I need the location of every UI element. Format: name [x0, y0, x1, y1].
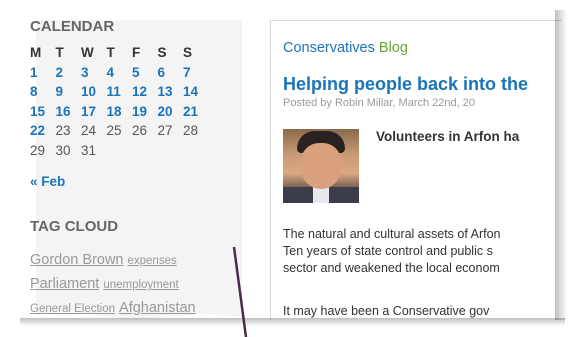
annotation-line — [232, 246, 248, 337]
annotation-stroke — [232, 246, 248, 337]
